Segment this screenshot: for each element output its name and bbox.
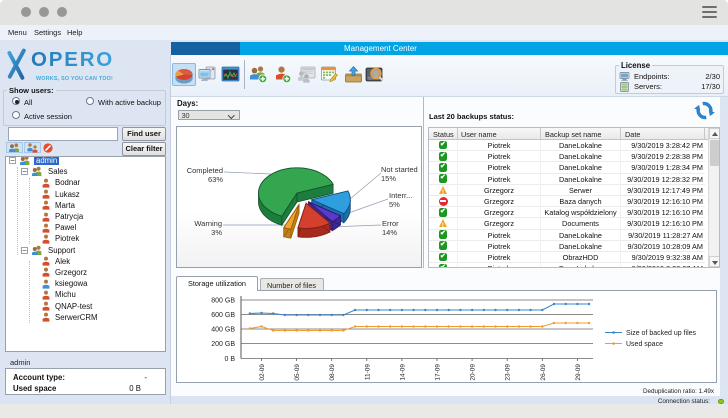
svg-text:26-09: 26-09 <box>540 364 547 381</box>
svg-text:Used space: Used space <box>626 341 663 348</box>
svg-text:600 GB: 600 GB <box>211 312 235 319</box>
svg-text:200 GB: 200 GB <box>211 341 235 348</box>
svg-text:Completed: Completed <box>187 166 223 175</box>
svg-text:15%: 15% <box>381 174 396 183</box>
svg-text:17-09: 17-09 <box>435 364 442 381</box>
svg-text:05-09: 05-09 <box>294 364 301 381</box>
svg-text:14%: 14% <box>382 228 397 237</box>
svg-text:3%: 3% <box>211 228 222 237</box>
svg-text:Warning: Warning <box>194 219 222 228</box>
svg-text:02-09: 02-09 <box>259 364 266 381</box>
svg-text:23-09: 23-09 <box>505 364 512 381</box>
svg-text:20-09: 20-09 <box>470 364 477 381</box>
svg-text:Error: Error <box>382 219 399 228</box>
svg-text:400 GB: 400 GB <box>211 327 235 334</box>
svg-text:Size of backed up files: Size of backed up files <box>626 330 697 337</box>
svg-text:5%: 5% <box>389 200 400 209</box>
svg-text:800 GB: 800 GB <box>211 298 235 305</box>
svg-text:Interr...: Interr... <box>389 191 412 200</box>
svg-text:11-09: 11-09 <box>364 364 371 381</box>
svg-text:29-09: 29-09 <box>575 364 582 381</box>
svg-text:08-09: 08-09 <box>329 364 336 381</box>
svg-text:63%: 63% <box>208 175 223 184</box>
svg-text:14-09: 14-09 <box>399 364 406 381</box>
svg-text:Not started: Not started <box>381 165 418 174</box>
svg-text:0 B: 0 B <box>224 356 235 363</box>
